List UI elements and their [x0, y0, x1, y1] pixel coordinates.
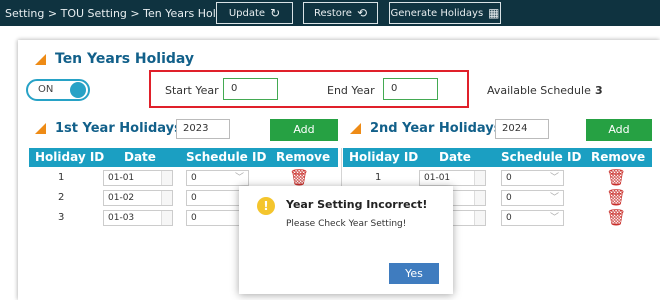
chevron-down-icon: ﹀: [549, 173, 559, 183]
start-year-input[interactable]: 0: [223, 78, 278, 100]
enable-toggle[interactable]: ON: [26, 79, 90, 101]
holiday-id-cell: 1: [375, 172, 382, 183]
schedule-value: 0: [506, 213, 512, 223]
col-date: Date: [124, 150, 156, 164]
end-year-label: End Year: [327, 84, 375, 97]
date-input[interactable]: 01-02: [103, 190, 173, 206]
table-row: 1 01-01 0 ﹀ 🗑: [29, 168, 338, 188]
top-toolbar: Setting > TOU Setting > Ten Years Holida…: [0, 0, 660, 26]
schedule-select[interactable]: 0 ﹀: [501, 170, 564, 186]
restore-label: Restore: [313, 7, 352, 19]
chevron-down-icon: ﹀: [549, 213, 559, 223]
schedule-select[interactable]: 0 ﹀: [501, 190, 564, 206]
col-date: Date: [439, 150, 471, 164]
date-spinner[interactable]: [161, 171, 172, 185]
date-input[interactable]: 01-03: [103, 210, 173, 226]
section-triangle-icon: [35, 123, 46, 134]
chevron-down-icon: ﹀: [234, 173, 244, 183]
update-label: Update: [228, 7, 266, 19]
first-year-title-text: 1st Year Holidays: [55, 121, 182, 136]
panel-title: Ten Years Holiday: [35, 51, 194, 67]
date-value: 01-02: [108, 193, 135, 203]
date-input[interactable]: 01-01: [419, 170, 486, 186]
second-year-input[interactable]: 2024: [495, 119, 549, 139]
yes-button[interactable]: Yes: [389, 263, 439, 284]
schedule-value: 0: [506, 193, 512, 203]
col-holiday-id: Holiday ID: [349, 150, 419, 164]
first-year-input[interactable]: 2023: [176, 119, 230, 139]
second-table-header: Holiday ID Date Schedule ID Remove: [343, 148, 652, 167]
date-spinner[interactable]: [161, 191, 172, 205]
chevron-down-icon: ﹀: [549, 193, 559, 203]
schedule-select[interactable]: 0 ﹀: [186, 170, 249, 186]
second-year-title: 2nd Year Holidays: [350, 121, 502, 136]
schedule-value: 0: [506, 173, 512, 183]
holiday-id-cell: 3: [58, 212, 65, 223]
col-schedule-id: Schedule ID: [186, 150, 267, 164]
dialog-message: Please Check Year Setting!: [286, 219, 407, 229]
col-schedule-id: Schedule ID: [501, 150, 582, 164]
restore-button[interactable]: Restore ⟲: [303, 2, 378, 24]
toggle-knob: [70, 82, 86, 98]
start-year-label: Start Year: [165, 84, 219, 97]
date-spinner[interactable]: [474, 211, 485, 225]
error-dialog: ! Year Setting Incorrect! Please Check Y…: [239, 186, 453, 294]
end-year-input[interactable]: 0: [383, 78, 438, 100]
col-remove: Remove: [591, 150, 646, 164]
generate-holidays-button[interactable]: Generate Holidays ▦: [389, 2, 501, 24]
calendar-icon: ▦: [488, 6, 500, 20]
schedule-select[interactable]: 0 ﹀: [501, 210, 564, 226]
dialog-title: Year Setting Incorrect!: [286, 198, 428, 211]
schedule-value: 0: [191, 193, 197, 203]
first-year-title: 1st Year Holidays: [35, 121, 182, 136]
second-year-title-text: 2nd Year Holidays: [370, 121, 502, 136]
holiday-id-cell: 1: [58, 172, 65, 183]
section-triangle-icon: [35, 53, 46, 65]
available-schedule-value: 3: [595, 84, 603, 97]
first-table-header: Holiday ID Date Schedule ID Remove: [29, 148, 338, 167]
schedule-value: 0: [191, 173, 197, 183]
trash-icon[interactable]: 🗑: [606, 189, 626, 207]
date-input[interactable]: 01-01: [103, 170, 173, 186]
history-icon: ⟲: [356, 6, 367, 20]
update-button[interactable]: Update ↻: [216, 2, 293, 24]
first-add-button[interactable]: Add: [270, 119, 338, 141]
warning-icon: !: [257, 197, 275, 215]
col-holiday-id: Holiday ID: [35, 150, 105, 164]
available-schedule-label: Available Schedule: [487, 84, 591, 97]
refresh-icon: ↻: [270, 6, 281, 20]
table-row: 1 01-01 0 ﹀ 🗑: [343, 168, 652, 188]
generate-label: Generate Holidays: [390, 7, 484, 19]
trash-icon[interactable]: 🗑: [289, 169, 309, 187]
holiday-id-cell: 2: [58, 192, 65, 203]
date-spinner[interactable]: [474, 191, 485, 205]
section-triangle-icon: [350, 123, 361, 134]
trash-icon[interactable]: 🗑: [606, 169, 626, 187]
breadcrumb: Setting > TOU Setting > Ten Years Holida…: [5, 6, 240, 20]
schedule-value: 0: [191, 213, 197, 223]
date-value: 01-01: [424, 173, 451, 183]
second-add-button[interactable]: Add: [586, 119, 652, 141]
panel-title-text: Ten Years Holiday: [55, 51, 195, 67]
toggle-label: ON: [38, 84, 54, 95]
trash-icon[interactable]: 🗑: [606, 209, 626, 227]
date-value: 01-01: [108, 173, 135, 183]
col-remove: Remove: [276, 150, 331, 164]
date-spinner[interactable]: [474, 171, 485, 185]
date-value: 01-03: [108, 213, 135, 223]
date-spinner[interactable]: [161, 211, 172, 225]
